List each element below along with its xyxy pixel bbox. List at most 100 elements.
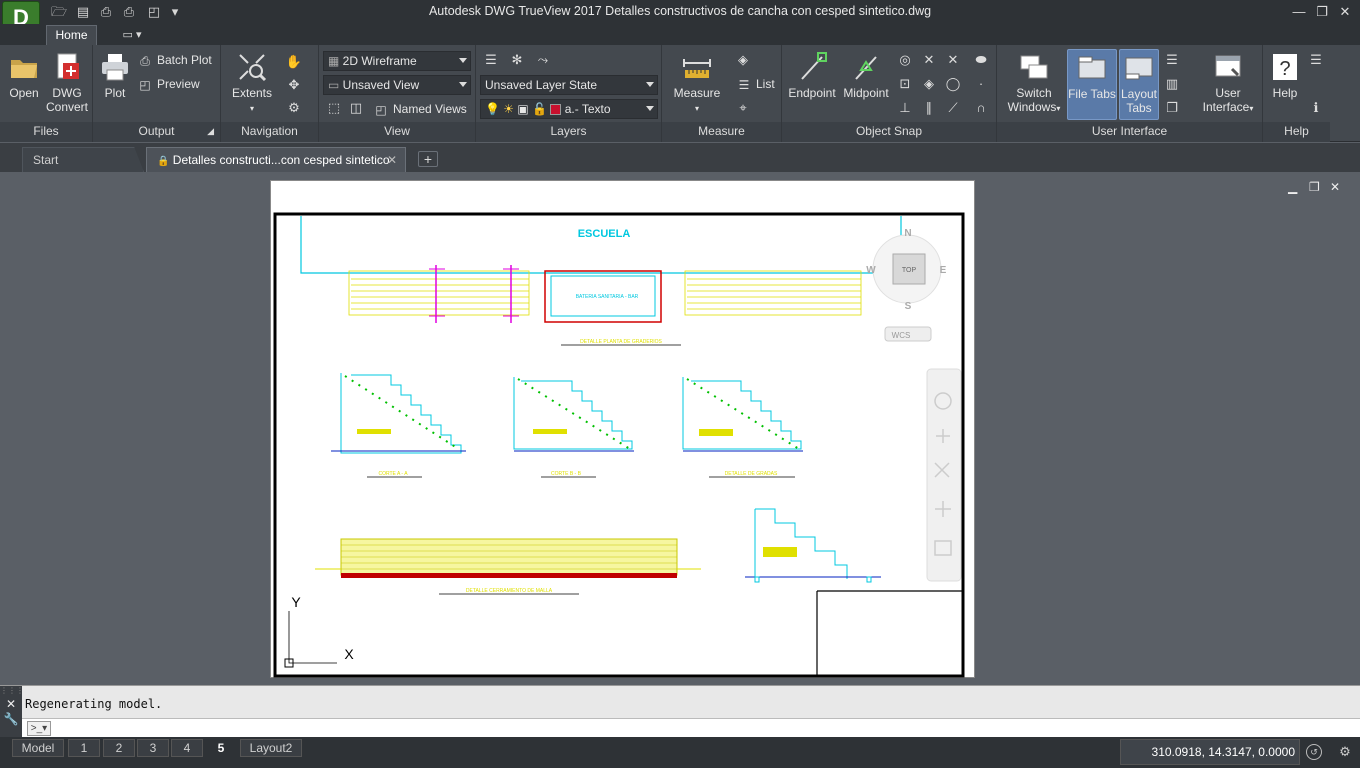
minimize-icon[interactable]: — [1288, 3, 1310, 21]
ruler-icon [683, 59, 711, 78]
snap-toggle-icon[interactable]: ⬬ [972, 51, 990, 69]
layout-tab-1[interactable]: 1 [68, 739, 100, 757]
dwg-convert-icon [57, 53, 79, 79]
insertion-snap-icon[interactable]: · [972, 75, 990, 93]
tile-horizontal-icon[interactable]: ☰ [1163, 51, 1181, 69]
user-interface-label-2: Interface [1202, 100, 1250, 114]
layout-tab-layout2[interactable]: Layout2 [240, 739, 302, 757]
extents-dropdown-icon[interactable]: ▾ [250, 104, 254, 113]
user-interface-dropdown-icon[interactable]: ▾ [1249, 104, 1253, 113]
zoom-extents-button[interactable]: Extents ▾ [229, 49, 275, 116]
preview-icon: ◰ [139, 77, 151, 92]
measure-dropdown-icon[interactable]: ▾ [695, 104, 699, 113]
layer-freeze-icon[interactable]: ✻ [508, 51, 526, 69]
layer-match-icon[interactable]: ⤳ [534, 51, 552, 69]
coordinate-readout: 310.0918, 14.3147, 0.0000 [1120, 739, 1300, 765]
steering-wheel-icon[interactable]: ⚙ [285, 99, 303, 117]
command-prompt-icon[interactable]: >_▾ [27, 721, 51, 736]
current-layer-dropdown[interactable]: 💡 ☀ ▣ 🔓 a.- Texto [480, 99, 658, 119]
orbit-icon[interactable]: ✥ [285, 76, 303, 94]
midpoint-label: Midpoint [843, 86, 889, 100]
osnap-panel: Endpoint Midpoint ◎ ✕ ✕ ⬬ ⊡ ◈ ◯ · ⊥ ∥ ⟋ … [782, 45, 997, 142]
locate-point-icon[interactable]: ⌖ [734, 99, 752, 117]
tile-vertical-icon[interactable]: ▥ [1163, 75, 1181, 93]
viewport-close-icon[interactable]: ✕ [1330, 180, 1340, 194]
endpoint-button[interactable]: Endpoint [786, 49, 838, 100]
switch-dropdown-icon[interactable]: ▾ [1056, 104, 1060, 113]
dialog-launcher-icon[interactable]: ◢ [207, 122, 214, 141]
current-layer-value: a.- Texto [564, 102, 611, 116]
layer-state-value: Unsaved Layer State [485, 78, 598, 92]
list-button[interactable]: ☰ List [736, 74, 775, 94]
preview-button[interactable]: ◰ Preview [137, 74, 200, 94]
layout-tab-5[interactable]: 5 [205, 739, 237, 757]
bateria-label: BATERIA SANITARIA - BAR [576, 294, 639, 300]
clock-icon[interactable]: ↺ [1306, 744, 1322, 760]
navigation-panel-title: Navigation [221, 122, 318, 142]
ucs-y-label: Y [291, 594, 301, 610]
dwg-convert-label-1: DWG [52, 86, 82, 100]
layer-state-dropdown[interactable]: Unsaved Layer State [480, 75, 658, 95]
restore-icon[interactable]: ❐ [1311, 3, 1333, 21]
drawing-canvas[interactable]: ▁ ❐ ✕ ESCUELA BATERIA SANITARIA - BAR DE… [0, 172, 1360, 684]
tangent-snap-icon[interactable]: ◯ [944, 75, 962, 93]
3d-box-icon[interactable]: ◫ [347, 99, 365, 117]
command-input[interactable]: >_▾ [22, 718, 1360, 738]
close-command-icon[interactable]: ✕ [0, 697, 22, 711]
named-view-dropdown[interactable]: ▭ Unsaved View [323, 75, 471, 95]
close-tab-icon[interactable]: ✕ [387, 148, 397, 172]
open-button[interactable]: Open [4, 49, 44, 100]
extents-label: Extents [231, 86, 273, 100]
switch-windows-button[interactable]: Switch Windows▾ [1003, 49, 1065, 116]
tab-home[interactable]: Home [46, 25, 97, 45]
layout-tabs-button[interactable]: Layout Tabs [1119, 49, 1159, 120]
layout-tab-3[interactable]: 3 [137, 739, 169, 757]
center-snap-icon[interactable]: ◎ [896, 51, 914, 69]
tab-drawing-file[interactable]: 🔒 Detalles constructi...con cesped sinte… [146, 147, 406, 172]
plot-button[interactable]: Plot [97, 49, 133, 100]
layer-properties-icon[interactable]: ☰ [482, 51, 500, 69]
layout-tab-model[interactable]: Model [12, 739, 64, 757]
tab-start[interactable]: Start [22, 147, 144, 172]
batch-plot-button[interactable]: ⎙ Batch Plot [137, 50, 212, 70]
dwg-convert-label-2: Convert [45, 100, 89, 114]
whats-new-icon[interactable]: ☰ [1307, 51, 1325, 69]
user-interface-button[interactable]: User Interface▾ [1197, 49, 1259, 116]
magnet-snap-icon[interactable]: ∩ [972, 99, 990, 117]
wcs-label: WCS [892, 331, 911, 340]
endpoint-label: Endpoint [788, 86, 836, 100]
preview-label: Preview [157, 77, 200, 91]
named-views-button[interactable]: ◰ Named Views [373, 99, 466, 119]
view-panel-title: View [319, 122, 475, 142]
pan-hand-icon[interactable]: ✋ [285, 53, 303, 71]
info-icon[interactable]: ℹ [1307, 99, 1325, 117]
status-menu-icon[interactable]: ⚙ [1336, 743, 1354, 761]
close-icon[interactable]: ✕ [1334, 3, 1356, 21]
layout-tab-2[interactable]: 2 [103, 739, 135, 757]
wrench-icon[interactable]: 🔧 [0, 712, 22, 726]
layout-tab-4[interactable]: 4 [171, 739, 203, 757]
viewport-minimize-icon[interactable]: ▁ [1288, 180, 1297, 194]
measure-button[interactable]: Measure ▾ [668, 49, 726, 116]
apparent-snap-icon[interactable]: ✕ [944, 51, 962, 69]
dwg-convert-button[interactable]: DWG Convert [44, 49, 90, 114]
view-cube-icon[interactable]: ⬚ [325, 99, 343, 117]
printer-icon [102, 54, 128, 81]
viewport-restore-icon[interactable]: ❐ [1309, 180, 1320, 194]
parallel-snap-icon[interactable]: ∥ [920, 99, 938, 117]
cascade-icon[interactable]: ❐ [1163, 99, 1181, 117]
midpoint-button[interactable]: Midpoint [838, 49, 894, 100]
help-button[interactable]: ? Help [1267, 49, 1303, 100]
command-history: Regenerating model. [25, 697, 163, 711]
quadrant-snap-icon[interactable]: ◈ [920, 75, 938, 93]
command-line-grip[interactable]: ⋮⋮⋮ ✕ 🔧 [0, 686, 24, 738]
node-snap-icon[interactable]: ⊡ [896, 75, 914, 93]
intersection-snap-icon[interactable]: ✕ [920, 51, 938, 69]
id-point-icon[interactable]: ◈ [734, 51, 752, 69]
visual-style-dropdown[interactable]: ▦ 2D Wireframe [323, 51, 471, 71]
file-tabs-button[interactable]: File Tabs [1067, 49, 1117, 120]
nearest-snap-icon[interactable]: ⟋ [944, 99, 962, 117]
perpendicular-snap-icon[interactable]: ⊥ [896, 99, 914, 117]
ribbon-minimize-toggle[interactable]: ▭ ▾ [116, 27, 148, 43]
new-tab-button[interactable]: + [418, 151, 438, 167]
